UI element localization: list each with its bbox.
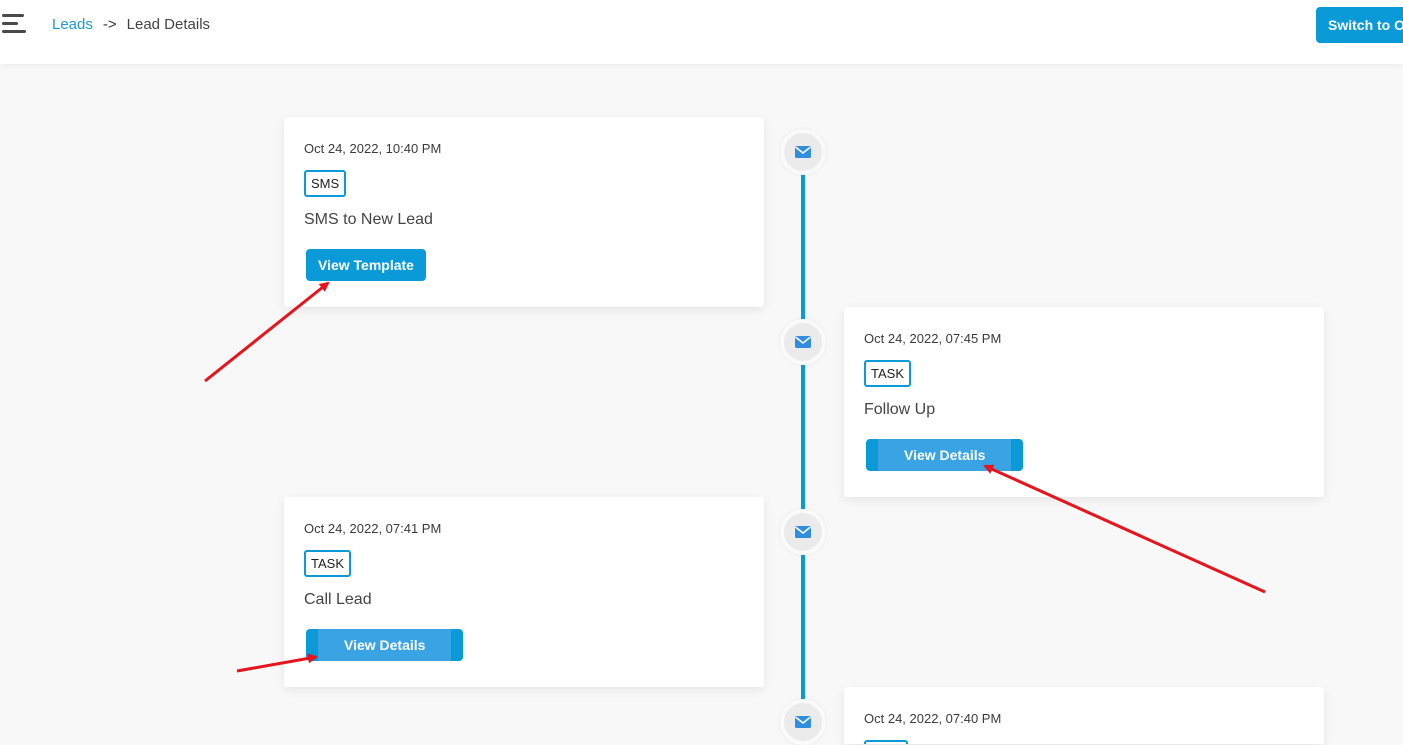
timeline-line (801, 160, 805, 720)
timeline-card: Oct 24, 2022, 10:40 PM SMS SMS to New Le… (284, 117, 764, 307)
switch-button[interactable]: Switch to O (1316, 7, 1403, 43)
card-timestamp: Oct 24, 2022, 10:40 PM (304, 141, 442, 156)
card-description: Follow Up (864, 401, 936, 418)
card-type-badge: TASK (864, 360, 911, 387)
breadcrumb-separator: -> (102, 16, 117, 33)
breadcrumb-current: Lead Details (126, 16, 211, 33)
card-type-badge: SMS (304, 170, 347, 197)
envelope-icon (780, 319, 826, 365)
card-type-badge (864, 740, 908, 744)
timeline-card: Oct 24, 2022, 07:40 PM (844, 687, 1324, 744)
card-description: SMS to New Lead (304, 211, 433, 228)
card-timestamp: Oct 24, 2022, 07:45 PM (864, 331, 1002, 346)
breadcrumb: Leads -> Lead Details (52, 16, 210, 33)
timeline-card: Oct 24, 2022, 07:45 PM TASK Follow Up Vi… (844, 307, 1324, 497)
card-description: Call Lead (304, 591, 372, 608)
view-details-button[interactable]: View Details (306, 629, 464, 661)
envelope-icon (780, 509, 826, 555)
breadcrumb-leads-link[interactable]: Leads (52, 16, 93, 33)
top-bar: Leads -> Lead Details Switch to O (0, 0, 1403, 64)
envelope-icon (780, 129, 826, 175)
menu-icon[interactable] (2, 14, 26, 34)
card-timestamp: Oct 24, 2022, 07:40 PM (864, 711, 1002, 726)
card-timestamp: Oct 24, 2022, 07:41 PM (304, 521, 442, 536)
view-details-button[interactable]: View Details (866, 439, 1024, 471)
card-type-badge: TASK (304, 550, 351, 577)
timeline-card: Oct 24, 2022, 07:41 PM TASK Call Lead Vi… (284, 497, 764, 687)
envelope-icon (780, 699, 826, 745)
view-template-button[interactable]: View Template (306, 249, 426, 281)
